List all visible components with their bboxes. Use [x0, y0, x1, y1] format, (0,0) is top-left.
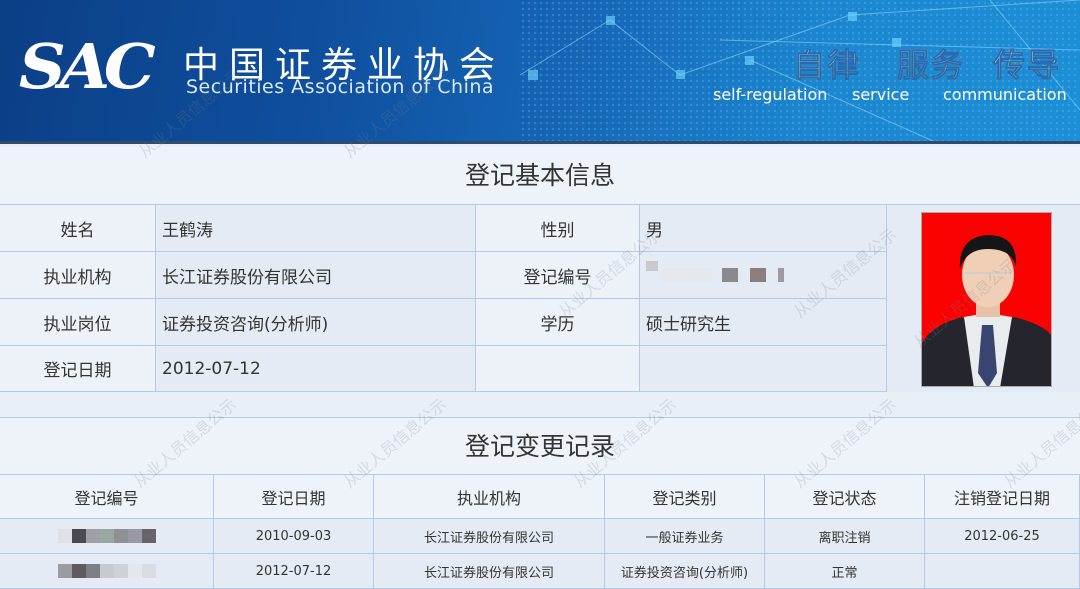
reg-no-value-redacted [640, 252, 887, 299]
change-records-table: 登记编号 登记日期 执业机构 登记类别 登记状态 注销登记日期 2010-09-… [0, 474, 1080, 589]
table-row-2-cancel-date [925, 554, 1080, 589]
reg-no-label: 登记编号 [476, 252, 640, 299]
basic-info-title: 登记基本信息 [0, 147, 1080, 204]
education-value: 硕士研究生 [640, 299, 887, 346]
table-row-1-reg-no-redacted [0, 519, 214, 554]
id-photo [921, 212, 1052, 387]
sac-logo[interactable]: SAC [19, 30, 156, 103]
name-label: 姓名 [0, 205, 156, 252]
table-row-2-reg-no-redacted [0, 554, 214, 589]
position-value: 证券投资咨询(分析师) [156, 299, 476, 346]
change-records-title: 登记变更记录 [0, 417, 1080, 474]
slogan-self-regulation-cn: 自律 [792, 40, 861, 86]
org-name-en: Securities Association of China [186, 76, 495, 98]
column-header-institution: 执业机构 [374, 475, 605, 519]
person-portrait-icon [922, 213, 1051, 386]
slogan-self-regulation-en: self-regulation [713, 85, 828, 104]
column-header-reg-date: 登记日期 [214, 475, 374, 519]
gender-label: 性别 [476, 205, 640, 252]
reg-date-value: 2012-07-12 [156, 346, 476, 392]
position-label: 执业岗位 [0, 299, 156, 346]
photo-cell [887, 205, 1080, 392]
basic-info-table: 姓名 王鹤涛 性别 男 执业机构 长江证券股份有限公司 登记编号 执业岗位 证券… [0, 204, 1080, 392]
table-row-2-reg-date: 2012-07-12 [214, 554, 374, 589]
slogan-service-cn: 服务 [896, 40, 965, 86]
slogan-communication-en: communication [943, 85, 1067, 104]
empty-value-cell [640, 346, 887, 392]
table-row-1-institution: 长江证券股份有限公司 [374, 519, 605, 554]
education-label: 学历 [476, 299, 640, 346]
table-row-1-reg-status: 离职注销 [765, 519, 925, 554]
header-banner: SAC 中国证券业协会 Securities Association of Ch… [0, 0, 1080, 144]
column-header-reg-category: 登记类别 [605, 475, 765, 519]
table-row-1-reg-date: 2010-09-03 [214, 519, 374, 554]
column-header-reg-status: 登记状态 [765, 475, 925, 519]
slogan-communication-cn: 传导 [992, 40, 1061, 86]
slogan-service-en: service [852, 85, 910, 104]
table-row-1-reg-category: 一般证券业务 [605, 519, 765, 554]
institution-value: 长江证券股份有限公司 [156, 252, 476, 299]
column-header-reg-no: 登记编号 [0, 475, 214, 519]
column-header-cancel-date: 注销登记日期 [925, 475, 1080, 519]
table-row-2-reg-category: 证券投资咨询(分析师) [605, 554, 765, 589]
institution-label: 执业机构 [0, 252, 156, 299]
gender-value: 男 [640, 205, 887, 252]
name-value: 王鹤涛 [156, 205, 476, 252]
empty-label-cell [476, 346, 640, 392]
table-row-2-reg-status: 正常 [765, 554, 925, 589]
table-row-1-cancel-date: 2012-06-25 [925, 519, 1080, 554]
table-row-2-institution: 长江证券股份有限公司 [374, 554, 605, 589]
reg-date-label: 登记日期 [0, 346, 156, 392]
